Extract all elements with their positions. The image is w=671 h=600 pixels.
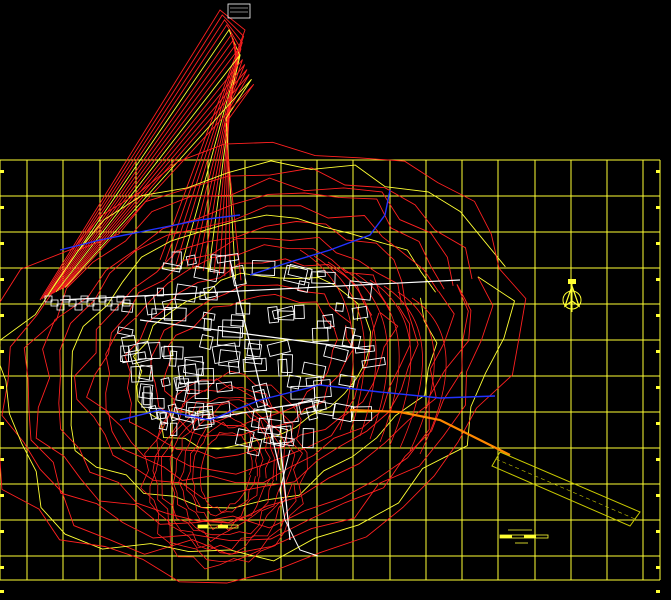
street-block [301, 361, 327, 378]
street-block [185, 254, 197, 266]
grid-tick-right [656, 530, 660, 533]
street-block [143, 386, 151, 406]
grid-tick-left [0, 530, 4, 533]
contour-line-hill [58, 205, 455, 524]
contour-line-ridge [55, 54, 241, 293]
street-block [144, 294, 157, 316]
grid-tick-left [0, 566, 4, 569]
runway-centerline [495, 458, 636, 520]
topographic-contours [0, 9, 527, 584]
street-block [138, 364, 153, 381]
grid-tick-right [656, 206, 660, 209]
grid-tick-left [0, 386, 4, 389]
grid-tick-right [656, 170, 660, 173]
coordinate-grid [0, 159, 661, 593]
grid-tick-left [0, 170, 4, 173]
grid-tick-right [656, 422, 660, 425]
contour-line-hill [1, 167, 494, 555]
street-block [313, 379, 332, 399]
grid-tick-left [0, 494, 4, 497]
cad-drawing-viewport[interactable] [0, 0, 671, 600]
grid-tick-right [656, 314, 660, 317]
street-block [182, 358, 205, 376]
grid-tick-right [656, 350, 660, 353]
street-block [120, 345, 130, 363]
grid-tick-left [0, 350, 4, 353]
north-arrow-icon [562, 279, 582, 312]
contour-line-hill [0, 160, 516, 562]
grid-tick-right [656, 278, 660, 281]
grid-tick-right [656, 458, 660, 461]
street-block [221, 319, 244, 338]
street-block [138, 383, 154, 400]
street-block [163, 345, 184, 360]
grid-tick-right [656, 590, 660, 593]
street-block [160, 377, 171, 388]
street-block [277, 358, 289, 377]
contour-line-ridge [57, 59, 243, 292]
grid-tick-left [0, 314, 4, 317]
street-block [271, 305, 295, 320]
contour-line-south [192, 421, 258, 517]
grid-tick-right [656, 566, 660, 569]
topographic-city-map [0, 3, 661, 593]
street-avenue [139, 319, 371, 351]
grid-tick-left [0, 242, 4, 245]
grid-tick-left [0, 422, 4, 425]
street-block [202, 311, 216, 321]
grid-tick-right [656, 386, 660, 389]
grid-tick-left [0, 458, 4, 461]
scale-bar-icon [499, 529, 549, 544]
runway-outline [491, 451, 641, 527]
map-tag-top [227, 3, 251, 19]
street-block [293, 304, 305, 320]
street-block [216, 326, 242, 347]
street-block [286, 374, 302, 390]
street-block [198, 334, 214, 350]
grid-tick-left [0, 206, 4, 209]
street-block [323, 344, 349, 363]
grid-tick-left [0, 278, 4, 281]
contour-line-hill [0, 141, 527, 584]
contour-line-ridge [59, 64, 246, 291]
grid-tick-right [656, 242, 660, 245]
street-block [277, 310, 295, 321]
street-block [266, 339, 291, 358]
grid-tick-right [656, 494, 660, 497]
grid-tick-left [0, 590, 4, 593]
